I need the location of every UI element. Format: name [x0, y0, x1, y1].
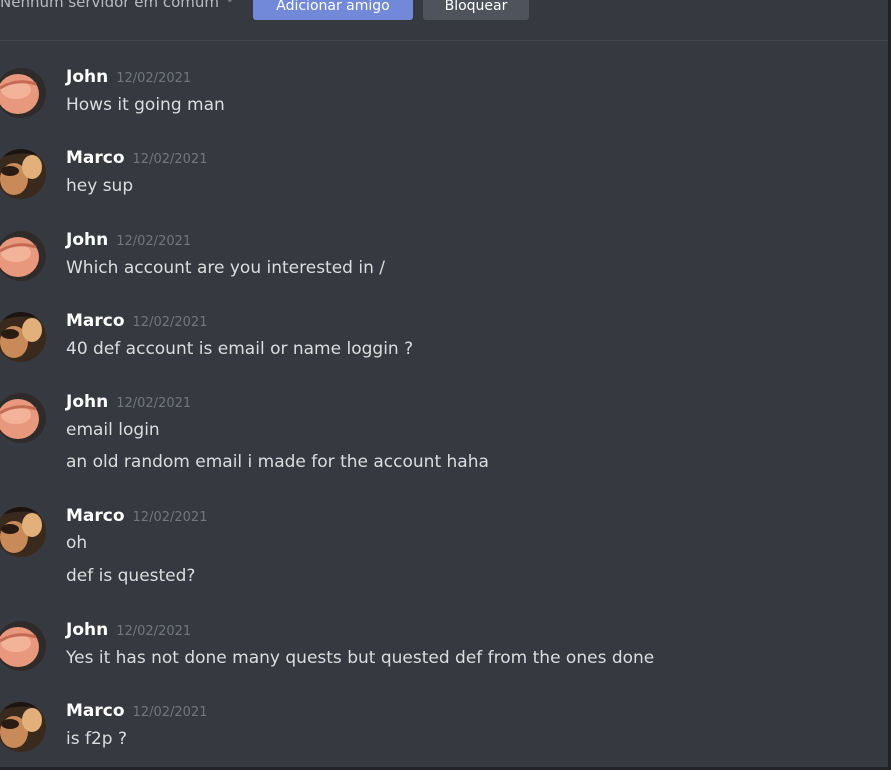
profile-header: Nenhum servidor em comum • Adicionar ami…: [0, 0, 888, 41]
author-name[interactable]: Marco: [66, 701, 125, 721]
message-timestamp: 12/02/2021: [132, 152, 208, 167]
author-name[interactable]: Marco: [66, 148, 125, 168]
message-author[interactable]: Marco 12/02/2021: [66, 148, 207, 168]
face-icon: [0, 393, 46, 443]
message-text: hey sup: [66, 176, 134, 196]
avatar-john[interactable]: [0, 231, 46, 281]
message-text: Yes it has not done many quests but ques…: [66, 648, 655, 668]
message-author[interactable]: John 12/02/2021: [66, 620, 191, 640]
block-button[interactable]: Bloquear: [423, 0, 529, 20]
face-icon: [0, 231, 46, 281]
add-friend-button[interactable]: Adicionar amigo: [253, 0, 413, 20]
message-text: email login: [66, 420, 160, 440]
message-timestamp: 12/02/2021: [132, 510, 208, 525]
avatar-marco[interactable]: [0, 312, 46, 362]
face-icon: [0, 621, 46, 671]
message-timestamp: 12/02/2021: [116, 396, 192, 411]
avatar-marco[interactable]: [0, 702, 46, 752]
message-author[interactable]: John 12/02/2021: [66, 392, 191, 412]
message-timestamp: 12/02/2021: [132, 705, 208, 720]
author-name[interactable]: John: [66, 67, 108, 87]
message-text: Hows it going man: [66, 95, 225, 115]
message-timestamp: 12/02/2021: [116, 624, 192, 639]
author-name[interactable]: Marco: [66, 506, 125, 526]
message-author[interactable]: Marco 12/02/2021: [66, 311, 207, 331]
avatar-john[interactable]: [0, 68, 46, 118]
photo-icon: [0, 312, 46, 362]
message-text: Which account are you interested in /: [66, 258, 385, 278]
avatar-marco[interactable]: [0, 149, 46, 199]
author-name[interactable]: John: [66, 620, 108, 640]
author-name[interactable]: John: [66, 230, 108, 250]
photo-icon: [0, 507, 46, 557]
author-name[interactable]: John: [66, 392, 108, 412]
message-timestamp: 12/02/2021: [116, 234, 192, 249]
message-text: def is quested?: [66, 566, 196, 586]
message-author[interactable]: John 12/02/2021: [66, 67, 191, 87]
photo-icon: [0, 149, 46, 199]
message-text: 40 def account is email or name loggin ?: [66, 339, 414, 359]
message-text: an old random email i made for the accou…: [66, 452, 489, 472]
photo-icon: [0, 702, 46, 752]
avatar-john[interactable]: [0, 621, 46, 671]
face-icon: [0, 68, 46, 118]
message-author[interactable]: Marco 12/02/2021: [66, 701, 207, 721]
message-text: is f2p ?: [66, 729, 128, 749]
message-timestamp: 12/02/2021: [116, 71, 192, 86]
author-name[interactable]: Marco: [66, 311, 125, 331]
mutual-servers-label: Nenhum servidor em comum: [0, 0, 220, 11]
message-timestamp: 12/02/2021: [132, 315, 208, 330]
message-text: oh: [66, 533, 88, 553]
message-author[interactable]: Marco 12/02/2021: [66, 506, 207, 526]
avatar-john[interactable]: [0, 393, 46, 443]
message-author[interactable]: John 12/02/2021: [66, 230, 191, 250]
avatar-marco[interactable]: [0, 507, 46, 557]
separator-dot: •: [226, 0, 234, 9]
